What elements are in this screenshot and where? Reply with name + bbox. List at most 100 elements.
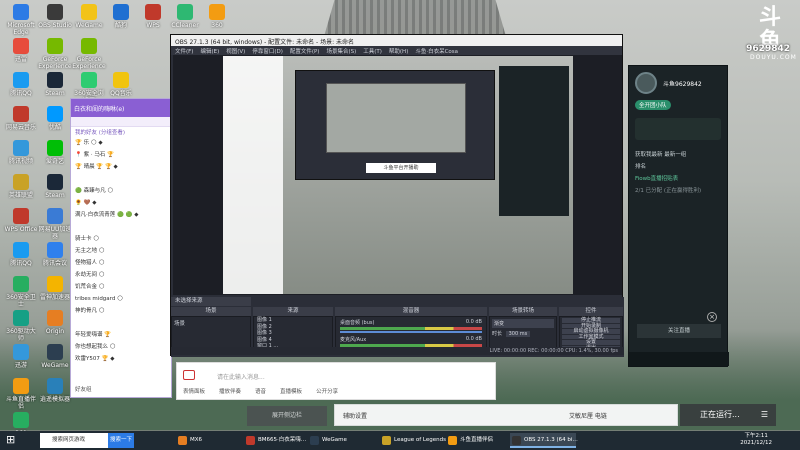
desktop-icon[interactable]: 网易云音乐 [4,106,38,131]
desktop-icon[interactable]: OBS Studio [38,4,72,29]
desktop-icon[interactable]: 360 [200,4,234,29]
app-icon [178,436,187,445]
desktop-icon[interactable]: 迅游 [4,344,38,369]
mixer-channel-name: 麦克风/Aux [340,337,367,343]
list-item[interactable]: 🏆 晴晨 🏆 🏆 ◆ [71,161,171,173]
list-item[interactable]: 怪物猎人 🌕 [71,257,171,269]
list-item[interactable] [71,173,171,185]
desktop-icon[interactable]: WPS [136,4,170,29]
list-item[interactable]: 📍 紫 · 马石 🏆 [71,149,171,161]
volume-slider[interactable] [340,331,482,333]
desktop-icon[interactable]: 腾讯QQ [4,242,38,267]
list-item[interactable]: 🟢 森臻与凡 🌕 [71,185,171,197]
taskbar-app[interactable]: OBS 27.1.3 (64 bi… [510,433,578,448]
chat-title[interactable]: 白衣和闺的嗨咻(e) [71,99,171,117]
duration-input[interactable]: 300 ms [505,331,531,337]
expand-sidebar-button[interactable]: 展开侧边栏 [247,406,327,426]
desktop-icon-label: GeForce Experience [38,56,72,70]
scene-item[interactable]: 场景 [172,317,250,329]
start-icon[interactable]: ⊞ [6,434,18,446]
taskbar-app[interactable]: MX6 [176,433,238,448]
desktop-icon[interactable]: WeGame [72,4,106,29]
desktop-icon[interactable]: Steam [38,174,72,199]
list-item[interactable]: 你也想起我么 🌕 [71,341,171,353]
douyu-panel-toolbar [629,352,729,366]
input-action[interactable]: 播放伴奏 [219,389,241,395]
running-button[interactable]: 正在运行... ☰ [680,404,776,426]
list-item[interactable]: tribes midgard 🌕 [71,293,171,305]
team-tag[interactable]: 全开团小队 [635,100,671,110]
desktop-icon[interactable]: QQ音乐 [104,72,138,97]
desktop-icon[interactable]: WeGame [38,344,72,369]
desktop-icon[interactable]: Microsoft Edge [4,4,38,36]
list-item[interactable]: 🏆 乐 🌕 ◆ [71,137,171,149]
desktop-icon[interactable]: Steam [38,72,72,97]
input-action[interactable]: 表情面板 [183,389,205,395]
desktop-icon[interactable]: 360安全卫士 [4,276,38,308]
desktop-icon[interactable]: 优酷 [38,106,72,131]
transition-select[interactable]: 渐变 [492,319,554,328]
taskbar-search-input[interactable]: 搜索网页游戏 [40,433,108,448]
desktop-icon[interactable]: 雷神加速器 [38,276,72,301]
assist-settings[interactable]: 辅助设置 [343,411,367,420]
desktop-icon[interactable]: 网易UU加速器 [38,208,72,240]
team-card[interactable] [635,118,721,140]
close-icon[interactable]: × [707,312,717,322]
gamepad-icon[interactable] [183,370,195,380]
desktop-icon[interactable]: 爱奇艺 [38,140,72,165]
music-item[interactable]: 艾敏尼厘 电链 [569,411,607,420]
desktop-icon[interactable]: GeForce Experience [72,38,106,70]
taskbar-app[interactable]: BM665·白衣呆嗨… [244,433,306,448]
desktop-icon[interactable]: WPS Office [4,208,38,233]
avatar[interactable] [635,72,657,94]
desktop-icon[interactable]: 360驱动大师 [4,310,38,342]
desktop-icon[interactable]: GeForce Experience [38,38,72,70]
desktop-icon[interactable]: 酷狗 [104,4,138,29]
obs-statusbar: LIVE: 00:00:00 REC: 00:00:00 CPU: 1.4%, … [171,347,624,355]
input-action[interactable]: 公开分享 [316,389,338,395]
taskbar-app[interactable]: League of Legends [380,433,446,448]
menu-icon[interactable]: ☰ [761,404,768,426]
friend-group-footer[interactable]: 好友组 [75,385,92,393]
desktop-icon[interactable]: 腾讯视频 [4,140,38,165]
desktop-icon[interactable]: 迅雷 [4,38,38,63]
desktop-icon[interactable]: CCleaner [168,4,202,29]
taskbar-app[interactable]: 斗鱼直播伴侣 [446,433,506,448]
chat-input[interactable]: 请在此输入消息... [217,372,265,381]
app-icon [13,276,29,292]
clock[interactable]: 下午2:11 2021/12/12 [740,433,772,447]
list-item[interactable]: 🌻 🤎 ◆ [71,197,171,209]
list-item[interactable]: 骑士卡 🌕 [71,233,171,245]
list-item[interactable]: 无主之地 🌕 [71,245,171,257]
nested-caption: 斗鱼平台开播助 [366,163,436,173]
list-item[interactable]: 满凡·白衣流青莲 🟢 🟢 ◆ [71,209,171,221]
input-action[interactable]: 语音 [255,389,266,395]
app-icon [47,208,63,224]
desktop-icon[interactable]: Origin [38,310,72,335]
desktop-icon-label: WPS Office [4,226,38,233]
taskbar-app[interactable]: WeGame [308,433,376,448]
friend-list: 🏆 乐 🌕 ◆ 📍 紫 · 马石 🏆 🏆 晴晨 🏆 🏆 ◆ 🟢 森臻与凡 🌕 🌻 🤎 ◆… [71,137,171,365]
desktop-icon[interactable]: 腾讯会议 [38,242,72,267]
desktop-icon[interactable]: 逍遥模拟器 [38,378,72,403]
friend-list-header[interactable]: 我的好友 (分组查看) [71,127,171,137]
control-button[interactable]: 停止推流 [562,318,620,323]
list-item[interactable]: 年轻爱嗨谱 🏆 [71,329,171,341]
list-item[interactable]: 饥荒合金 🌕 [71,281,171,293]
list-item[interactable]: 永劫无间 🌕 [71,269,171,281]
taskbar-search-button[interactable]: 搜索一下 [108,433,134,448]
follow-stream-button[interactable]: 关注直播 [637,324,721,338]
input-action[interactable]: 直播模板 [280,389,302,395]
desktop-icon[interactable]: 斗鱼直播伴侣 [4,378,38,410]
desktop-icon-label: OBS Studio [38,22,72,29]
promo-text[interactable]: Fiowb直播招贴表 [629,172,727,184]
desktop-icon[interactable]: 腾讯QQ [4,72,38,97]
desktop-icon-label: 网易云音乐 [5,124,36,131]
list-item[interactable]: 神的骨凡 🌕 [71,305,171,317]
list-item[interactable] [71,221,171,233]
desktop-icon-label: 腾讯会议 [42,260,67,267]
list-item[interactable]: 欢雷Y507 🏆 ◆ [71,353,171,365]
desktop-icon-label: WeGame [75,22,103,29]
list-item[interactable] [71,317,171,329]
desktop-icon[interactable]: 英雄联盟 [4,174,38,199]
